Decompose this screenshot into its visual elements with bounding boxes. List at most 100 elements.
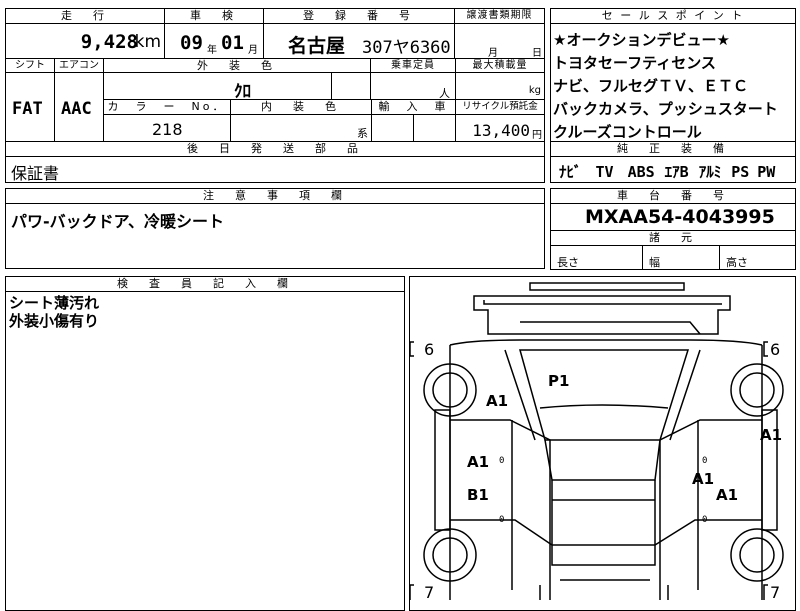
hood-outline (519, 349, 690, 441)
notes-header: 注 意 事 項 欄 (5, 188, 545, 204)
tag-rear-left: 7 (424, 583, 434, 602)
chassis-cell: MXAA54-4043995 (550, 203, 796, 231)
front-bumper-outline (473, 295, 731, 335)
import-cell-a (371, 114, 414, 142)
registration-cell: 名古屋 307ヤ6360 (263, 23, 455, 59)
max-load-unit: kg (528, 85, 541, 96)
rear-outline (539, 579, 669, 600)
windshield-outline (544, 439, 661, 481)
equipment-header: 純 正 装 備 (550, 141, 796, 157)
inspection-cell: 09 年 01 月 (164, 23, 264, 59)
chassis-value: MXAA54-4043995 (585, 206, 775, 228)
equipment-cell: ﾅﾋﾞ TV ABS ｴｱB ｱﾙﾐ PS PW (550, 156, 796, 183)
mark-a1-right-door-bottom: A1 (716, 486, 738, 504)
mileage-unit: km (134, 32, 161, 52)
transfer-month: 月 (488, 48, 498, 59)
tag-bracket-front-right (763, 341, 768, 357)
notes-value: パワ-バックドア、冷暖シート (11, 212, 225, 231)
registration-region: 名古屋 (288, 35, 346, 57)
inspection-month: 01 (221, 32, 244, 54)
sales-points-header: セ ー ル ス ポ イ ン ト (550, 8, 796, 24)
import-cell-b (413, 114, 456, 142)
sales-point-line: トヨタセーフティセンス (553, 54, 716, 72)
tag-front-left: 6 (424, 340, 434, 359)
front-right-wheel-outer (730, 363, 784, 417)
aircon-value: AAC (61, 99, 92, 119)
tag-rear-right: 7 (770, 583, 780, 602)
recycle-cell: 13,400 円 (455, 114, 545, 142)
max-load-header: 最大積載量 (455, 58, 545, 73)
recycle-header: リサイクル預託金 (455, 99, 545, 115)
roof-outline (551, 480, 656, 566)
zero-mark: 0 (702, 456, 707, 466)
width-cell: 幅 (642, 245, 720, 270)
equipment-item: PS (731, 163, 750, 181)
inspection-month-unit: 月 (248, 45, 258, 56)
color-no-header: カ ラ ー No． (103, 99, 231, 115)
length-cell: 長さ (550, 245, 643, 270)
tag-bracket-front-left (409, 341, 414, 357)
later-parts-value: 保証書 (11, 164, 60, 183)
equipment-item: ABS (627, 163, 655, 181)
height-label: 高さ (726, 256, 748, 269)
tag-front-right: 6 (770, 340, 780, 359)
equipment-list: ﾅﾋﾞ TV ABS ｴｱB ｱﾙﾐ PS PW (559, 161, 775, 182)
length-label: 長さ (557, 256, 579, 269)
color-no-value: 218 (152, 120, 183, 139)
max-load-cell: kg (455, 72, 545, 100)
mark-a1-left-door: A1 (467, 453, 489, 471)
inspection-year: 09 (180, 32, 203, 54)
inspector-lines: シート薄汚れ 外装小傷有り (9, 294, 99, 330)
mileage-value: 9,428 (80, 31, 138, 53)
dimensions-header: 諸 元 (550, 230, 796, 246)
tag-bracket-rear-left (409, 584, 414, 600)
transfer-header: 譲渡書類期限 (454, 8, 545, 24)
shift-header: シフト (5, 58, 55, 73)
capacity-cell: 人 (370, 72, 456, 100)
inspector-header: 検 査 員 記 入 欄 (5, 276, 405, 292)
roof-lines (552, 499, 655, 546)
right-door-front-edge (659, 419, 762, 600)
equipment-item: ｴｱB (664, 163, 689, 181)
front-right-wheel-inner (739, 372, 775, 408)
a-pillar-lines (504, 349, 701, 441)
tag-bracket-rear-right (763, 584, 768, 600)
equipment-item: ﾅﾋﾞ (559, 163, 582, 181)
transfer-cell: 月 日 (454, 23, 545, 59)
zero-mark: 0 (499, 515, 504, 525)
mileage-header: 走 行 (5, 8, 165, 24)
transfer-day: 日 (532, 48, 542, 59)
exterior-color-header: 外 装 色 (103, 58, 371, 73)
sales-point-line: バックカメラ、プッシュスタート (553, 100, 778, 118)
shift-value: FAT (12, 99, 43, 119)
zero-mark: 0 (702, 515, 707, 525)
mark-a1-upper-left: A1 (486, 392, 508, 410)
aircon-header: エアコン (54, 58, 104, 73)
sales-point-line: ★オークションデビュー★ (553, 31, 730, 49)
recycle-unit: 円 (532, 130, 542, 141)
body-front-line (449, 339, 763, 346)
mark-b1-left-door: B1 (467, 486, 489, 504)
sales-points-body: ★オークションデビュー★ トヨタセーフティセンス ナビ、フルセグＴＶ、ＥＴＣ バ… (550, 23, 796, 142)
sales-point-line: ナビ、フルセグＴＶ、ＥＴＣ (553, 77, 749, 95)
zero-mark: 0 (499, 456, 504, 466)
interior-color-header: 内 装 色 (230, 99, 372, 115)
interior-color-cell: 系 (230, 114, 372, 142)
mark-a1-right-edge: A1 (760, 426, 782, 444)
sales-points-list: ★オークションデビュー★ トヨタセーフティセンス ナビ、フルセグＴＶ、ＥＴＣ バ… (553, 29, 778, 144)
front-grille-outline (529, 282, 685, 291)
rear-right-wheel-inner (739, 537, 775, 573)
recycle-value: 13,400 (472, 121, 530, 140)
notes-cell: パワ-バックドア、冷暖シート (5, 203, 545, 269)
interior-color-unit: 系 (357, 127, 368, 140)
left-door-front-edge (450, 419, 551, 600)
hood-edge (520, 321, 701, 335)
chassis-header: 車 台 番 号 (550, 188, 796, 204)
inspection-header: 車 検 (164, 8, 264, 24)
left-side-step (434, 409, 451, 531)
later-parts-cell: 保証書 (5, 156, 545, 183)
inspector-line: 外装小傷有り (9, 312, 100, 330)
registration-header: 登 録 番 号 (263, 8, 455, 24)
equipment-item: TV (595, 163, 614, 181)
equipment-item: PW (757, 163, 776, 181)
